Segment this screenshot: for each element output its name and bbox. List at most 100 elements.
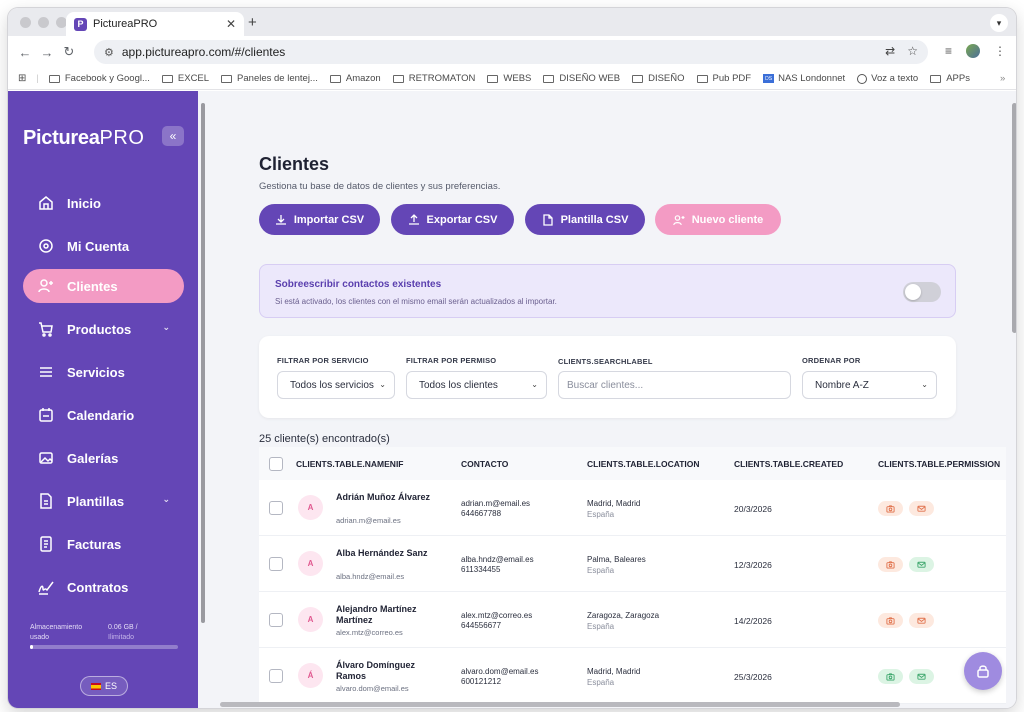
sidebar-item-label: Plantillas <box>67 493 125 509</box>
column-header-name[interactable]: CLIENTS.TABLE.NAMENIF <box>296 459 404 469</box>
location-country: España <box>587 510 615 519</box>
back-icon[interactable]: ← <box>14 45 36 60</box>
sort-select[interactable]: Nombre A-Z ⌄ <box>802 371 937 399</box>
sidebar-item-servicios[interactable]: Servicios <box>23 355 184 389</box>
bookmarks-bar: ⊞ | Facebook y Googl... EXCEL Paneles de… <box>8 68 1016 90</box>
sidebar: PictureaPRO « Inicio Mi Cuenta Clientes … <box>8 91 198 708</box>
favicon-icon: P <box>74 17 87 31</box>
sidebar-item-clientes[interactable]: Clientes <box>23 269 184 303</box>
row-checkbox[interactable] <box>269 501 283 515</box>
bookmark-item[interactable]: Pub PDF <box>696 73 751 84</box>
photo-permission-badge[interactable] <box>878 669 903 684</box>
sidebar-item-productos[interactable]: Productos ⌄ <box>23 312 184 346</box>
client-contact: alvaro.dom@email.es 600121212 <box>461 667 538 687</box>
sidebar-item-mi-cuenta[interactable]: Mi Cuenta <box>23 229 184 263</box>
client-name[interactable]: Alejandro Martínez Martínez <box>336 604 436 626</box>
bookmark-item[interactable]: Paneles de lentej... <box>221 73 318 84</box>
main-vertical-scrollbar[interactable] <box>1012 103 1016 333</box>
sidebar-item-calendario[interactable]: Calendario <box>23 398 184 432</box>
apps-grid-icon[interactable]: ⊞ <box>18 73 26 84</box>
service-filter-select[interactable]: Todos los servicios ⌄ <box>277 371 395 399</box>
browser-menu-icon[interactable]: ⋮ <box>994 44 1006 58</box>
sidebar-item-plantillas[interactable]: Plantillas ⌄ <box>23 484 184 518</box>
email-permission-badge[interactable] <box>909 557 934 572</box>
site-settings-icon[interactable]: ⚙ <box>104 46 114 59</box>
app-logo[interactable]: PictureaPRO <box>23 127 144 150</box>
bookmark-item[interactable]: WEBS <box>487 73 531 84</box>
translate-icon[interactable]: ⇄ <box>885 44 895 58</box>
column-header-contact[interactable]: CONTACTO <box>461 459 508 469</box>
sidebar-item-contratos[interactable]: Contratos <box>23 570 184 604</box>
cart-icon <box>37 320 55 338</box>
tab-title: PictureaPRO <box>93 18 158 30</box>
bookmark-item[interactable]: Amazon <box>329 73 381 84</box>
client-name[interactable]: Alba Hernández Sanz <box>336 548 436 559</box>
export-csv-label: Exportar CSV <box>426 213 498 226</box>
bookmark-item[interactable]: DISEÑO WEB <box>543 73 620 84</box>
email-permission-badge[interactable] <box>909 669 934 684</box>
minimize-window-button[interactable] <box>38 17 49 28</box>
new-client-button[interactable]: Nuevo cliente <box>655 204 781 235</box>
photo-permission-badge[interactable] <box>878 613 903 628</box>
client-name[interactable]: Adrián Muñoz Álvarez <box>336 492 436 503</box>
email-permission-badge[interactable] <box>909 613 934 628</box>
sidebar-item-inicio[interactable]: Inicio <box>23 186 184 220</box>
forward-icon[interactable]: → <box>36 45 58 60</box>
client-avatar: Á <box>298 663 323 688</box>
photo-permission-badge[interactable] <box>878 501 903 516</box>
chevron-down-icon: ⌄ <box>162 322 170 332</box>
contact-phone: 644556677 <box>461 621 502 630</box>
row-checkbox[interactable] <box>269 669 283 683</box>
bookmark-item[interactable]: DS NAS Londonnet <box>763 73 845 84</box>
new-tab-button[interactable]: + <box>248 14 257 31</box>
bookmark-item[interactable]: RETROMATON <box>392 73 475 84</box>
address-bar[interactable]: ⚙ app.pictureapro.com/#/clientes ⇄ ☆ <box>94 40 928 64</box>
row-checkbox[interactable] <box>269 557 283 571</box>
export-csv-button[interactable]: Exportar CSV <box>391 204 514 235</box>
sidebar-scrollbar[interactable] <box>201 103 205 623</box>
bookmark-item[interactable]: DISEÑO <box>632 73 685 84</box>
upload-icon <box>408 213 419 225</box>
table-row[interactable]: A Alejandro Martínez Martínez alex.mtz@c… <box>259 592 1006 648</box>
close-window-button[interactable] <box>20 17 31 28</box>
search-input[interactable]: Buscar clientes... <box>558 371 791 399</box>
reading-list-icon[interactable]: ≡ <box>945 44 952 58</box>
bookmark-item[interactable]: EXCEL <box>161 73 209 84</box>
photo-permission-badge[interactable] <box>878 557 903 572</box>
email-permission-badge[interactable] <box>909 501 934 516</box>
client-name[interactable]: Álvaro Domínguez Ramos <box>336 660 436 682</box>
table-row[interactable]: A Adrián Muñoz Álvarez adrian.m@email.es… <box>259 480 1006 536</box>
globe-icon <box>857 73 868 84</box>
bookmark-item[interactable]: Facebook y Googl... <box>48 73 150 84</box>
collapse-sidebar-button[interactable]: « <box>162 126 184 146</box>
bookmark-item[interactable]: Voz a texto <box>857 73 918 84</box>
tab-search-button[interactable]: ▾ <box>990 14 1008 32</box>
mail-icon <box>917 505 926 512</box>
row-checkbox[interactable] <box>269 613 283 627</box>
language-selector[interactable]: ES <box>80 676 128 696</box>
tab-close-icon[interactable]: ✕ <box>226 17 236 31</box>
csv-template-button[interactable]: Plantilla CSV <box>525 204 645 235</box>
select-all-checkbox[interactable] <box>269 457 283 471</box>
lock-fab-button[interactable] <box>964 652 1002 690</box>
browser-tab[interactable]: P PictureaPRO ✕ <box>66 12 244 36</box>
sidebar-item-galerias[interactable]: Galerías <box>23 441 184 475</box>
overwrite-toggle[interactable] <box>903 282 941 302</box>
main-horizontal-scrollbar[interactable] <box>220 702 900 707</box>
bookmark-item[interactable]: APPs <box>930 73 970 84</box>
table-row[interactable]: Á Álvaro Domínguez Ramos alvaro.dom@emai… <box>259 648 1006 704</box>
overwrite-title: Sobreescribir contactos existentes <box>275 279 442 290</box>
column-header-location[interactable]: CLIENTS.TABLE.LOCATION <box>587 459 700 469</box>
bookmarks-overflow-icon[interactable]: » <box>1000 73 1005 84</box>
reload-icon[interactable]: ↻ <box>58 44 80 60</box>
column-header-created[interactable]: CLIENTS.TABLE.CREATED <box>734 459 843 469</box>
sidebar-item-facturas[interactable]: Facturas <box>23 527 184 561</box>
profile-avatar-icon[interactable] <box>966 44 980 58</box>
logo-light-text: PRO <box>99 127 145 149</box>
table-row[interactable]: A Alba Hernández Sanz alba.hndz@email.es… <box>259 536 1006 592</box>
client-location: Madrid, Madrid España <box>587 498 640 520</box>
permission-filter-select[interactable]: Todos los clientes ⌄ <box>406 371 547 399</box>
import-csv-button[interactable]: Importar CSV <box>259 204 380 235</box>
bookmark-star-icon[interactable]: ☆ <box>907 44 918 58</box>
column-header-permission[interactable]: CLIENTS.TABLE.PERMISSION <box>878 459 1000 469</box>
